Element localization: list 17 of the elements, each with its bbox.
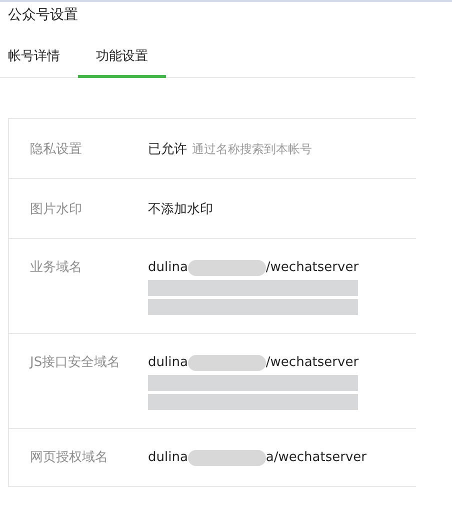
setting-value: 不添加水印 [148, 201, 213, 219]
setting-label: JS接口安全域名 [30, 354, 122, 372]
domain-prefix: dulina [148, 354, 188, 372]
tab[interactable]: 功能设置 [78, 49, 166, 78]
setting-label: 隐私设置 [30, 141, 83, 159]
domain-suffix: /wechatserver [266, 354, 359, 372]
domain-suffix: a/wechatserver [266, 449, 367, 467]
tab[interactable]: 帐号详情 [0, 49, 78, 78]
setting-label: 网页授权域名 [30, 449, 109, 467]
page-title: 公众号设置 [7, 6, 79, 24]
setting-label: 图片水印 [30, 201, 83, 219]
domain-prefix: dulina [148, 449, 188, 467]
setting-note: 通过名称搜索到本帐号 [192, 141, 312, 158]
setting-label: 业务域名 [30, 259, 83, 277]
setting-value: 已允许 [148, 141, 187, 159]
domain-prefix: dulina [148, 259, 188, 277]
domain-suffix: /wechatserver [266, 259, 359, 277]
